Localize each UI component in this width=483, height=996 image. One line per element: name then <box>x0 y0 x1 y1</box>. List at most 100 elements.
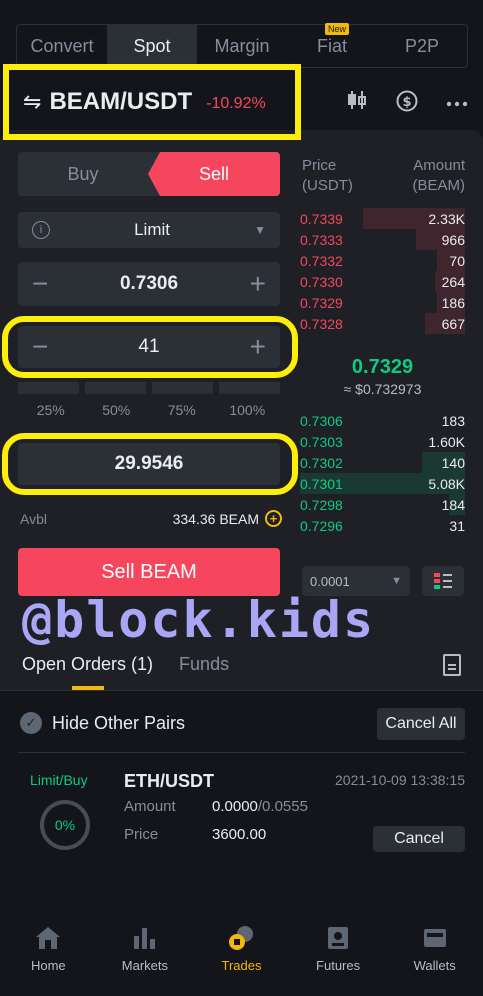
fill-progress: 0% <box>40 800 90 850</box>
bid-row[interactable]: 0.7302 140 <box>300 452 465 473</box>
row-amount: 184 <box>441 496 465 513</box>
tab-fiat[interactable]: Fiat New <box>287 23 377 67</box>
nav-wallets[interactable]: Wallets <box>386 904 483 996</box>
cancel-all-button[interactable]: Cancel All <box>377 708 465 740</box>
slider-segment <box>152 382 213 394</box>
buy-sell-switch: Buy Sell <box>18 152 280 196</box>
hide-other-pairs-toggle[interactable]: ✓ Hide Other Pairs <box>20 712 185 734</box>
buy-tab[interactable]: Buy <box>18 152 148 196</box>
amount-header: Amount <box>413 157 465 174</box>
caret-down-icon: ▼ <box>254 223 266 237</box>
cancel-order-button[interactable]: Cancel <box>373 826 465 852</box>
nav-label: Trades <box>221 958 262 973</box>
bid-row[interactable]: 0.7298 184 <box>300 494 465 515</box>
row-price: 0.7333 <box>300 231 343 248</box>
sell-beam-button[interactable]: Sell BEAM <box>18 548 280 596</box>
row-price: 0.7329 <box>300 294 343 311</box>
row-price: 0.7328 <box>300 315 343 332</box>
nav-trades[interactable]: Trades <box>193 904 290 996</box>
percent-25[interactable]: 25% <box>18 402 84 418</box>
row-price: 0.7330 <box>300 273 343 290</box>
available-balance: Avbl 334.36 BEAM + <box>20 510 282 527</box>
trade-mode-tabs: Convert Spot Margin Fiat New P2P <box>16 23 468 68</box>
row-amount: 183 <box>441 412 465 429</box>
ask-row[interactable]: 0.7329 186 <box>300 292 465 313</box>
tab-spot[interactable]: Spot <box>107 25 197 67</box>
row-price: 0.7339 <box>300 210 343 227</box>
row-amount: 2.33K <box>428 210 465 227</box>
nav-label: Futures <box>316 958 361 973</box>
percent-50[interactable]: 50% <box>84 402 150 418</box>
tab-margin[interactable]: Margin <box>197 25 287 67</box>
row-price: 0.7302 <box>300 454 343 471</box>
document-icon[interactable] <box>443 654 461 676</box>
ask-row[interactable]: 0.7332 70 <box>300 250 465 271</box>
orderbook-view-icon[interactable] <box>422 566 464 596</box>
slider-segment <box>18 382 79 394</box>
candlestick-icon[interactable] <box>345 90 369 118</box>
highlight-amount <box>2 316 298 378</box>
ask-row[interactable]: 0.7339 2.33K <box>300 208 465 229</box>
tab-funds[interactable]: Funds <box>179 654 229 675</box>
percent-100[interactable]: 100% <box>215 402 281 418</box>
minus-icon[interactable]: − <box>32 270 48 298</box>
new-badge: New <box>324 23 349 35</box>
header-actions: $ <box>345 90 469 118</box>
avbl-label: Avbl <box>20 510 47 527</box>
price-label: Price <box>124 826 159 843</box>
bid-row[interactable]: 0.7303 1.60K <box>300 431 465 452</box>
row-amount: 31 <box>449 517 465 534</box>
ask-row[interactable]: 0.7333 966 <box>300 229 465 250</box>
watermark: @block.kids <box>22 591 376 649</box>
svg-text:$: $ <box>402 95 411 110</box>
sell-tab[interactable]: Sell <box>148 152 280 196</box>
row-price: 0.7296 <box>300 517 343 534</box>
row-amount: 1.60K <box>428 433 465 450</box>
price-stepper: − 0.7306 + <box>18 262 280 306</box>
row-amount: 140 <box>441 454 465 471</box>
amount-slider[interactable] <box>18 382 280 394</box>
add-funds-icon[interactable]: + <box>265 510 282 527</box>
bid-row[interactable]: 0.7296 31 <box>300 515 465 536</box>
amount-total: /0.0555 <box>257 798 308 815</box>
row-price: 0.7303 <box>300 433 343 450</box>
order-type-select[interactable]: i Limit ▼ <box>18 212 280 248</box>
orderbook-header: Price (USDT) Amount (BEAM) <box>302 156 465 196</box>
tab-label: Margin <box>214 35 270 56</box>
checkmark-icon: ✓ <box>20 712 42 734</box>
home-icon <box>34 924 62 952</box>
amount-unit: (BEAM) <box>412 177 466 194</box>
orders-tabs: Open Orders (1) Funds <box>22 654 229 690</box>
order-side: Limit/Buy <box>30 772 88 788</box>
highlight-total <box>2 433 298 495</box>
nav-markets[interactable]: Markets <box>97 904 194 996</box>
nav-futures[interactable]: Futures <box>290 904 387 996</box>
tab-label: Convert <box>30 35 94 56</box>
trades-icon <box>227 924 255 952</box>
nav-label: Home <box>30 958 66 973</box>
ask-row[interactable]: 0.7330 264 <box>300 271 465 292</box>
wallet-icon <box>421 924 449 952</box>
ask-row[interactable]: 0.7328 667 <box>300 313 465 334</box>
more-icon[interactable] <box>445 90 469 118</box>
info-icon[interactable]: i <box>32 221 50 239</box>
row-price: 0.7298 <box>300 496 343 513</box>
bid-row[interactable]: 0.7301 5.08K <box>300 473 465 494</box>
pair-selector[interactable]: ⇋ BEAM/USDT -10.92% <box>3 64 301 140</box>
row-amount: 186 <box>441 294 465 311</box>
precision-value: 0.0001 <box>310 573 350 589</box>
price-header: Price <box>302 157 337 174</box>
tab-open-orders[interactable]: Open Orders (1) <box>22 654 153 690</box>
percent-75[interactable]: 75% <box>149 402 215 418</box>
price-input[interactable]: 0.7306 <box>120 273 178 295</box>
dollar-circle-icon[interactable]: $ <box>395 90 419 118</box>
order-price: 3600.00 <box>212 826 267 843</box>
price-change: -10.92% <box>206 95 266 112</box>
tab-p2p[interactable]: P2P <box>377 25 467 67</box>
plus-icon[interactable]: + <box>250 270 266 298</box>
tab-convert[interactable]: Convert <box>17 25 107 67</box>
bid-row[interactable]: 0.7306 183 <box>300 410 465 431</box>
nav-home[interactable]: Home <box>0 904 97 996</box>
tab-label: Fiat <box>316 35 347 56</box>
tab-label: P2P <box>404 35 440 56</box>
